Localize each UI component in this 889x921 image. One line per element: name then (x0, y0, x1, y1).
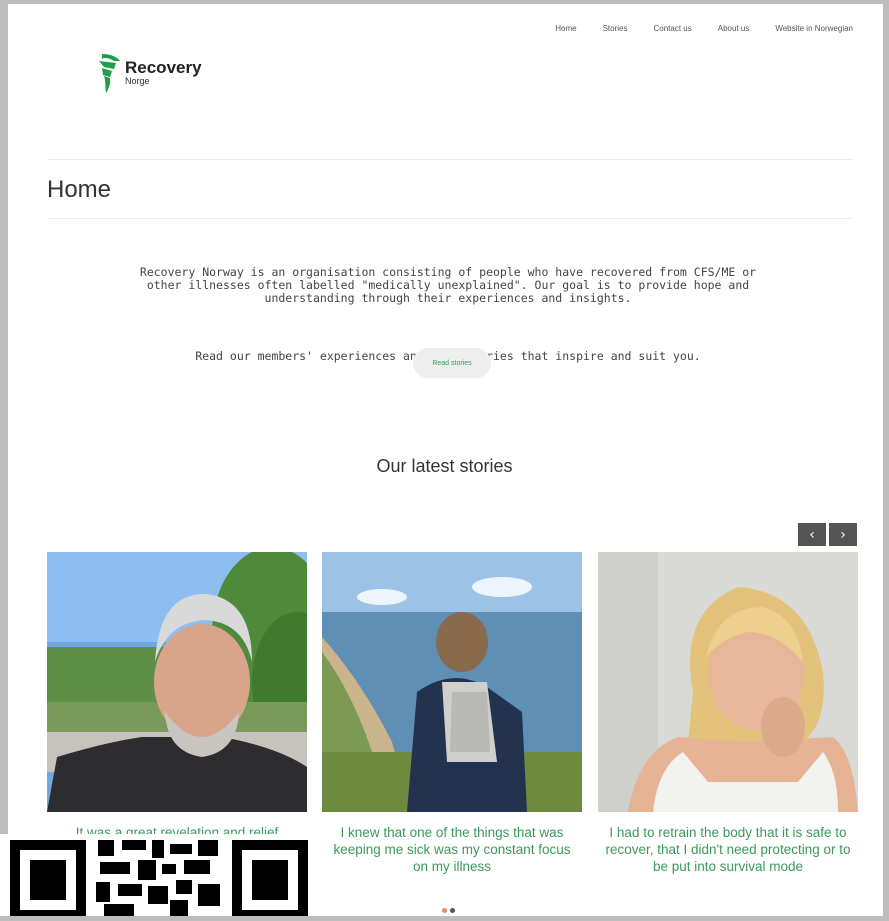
qr-code-overlay (0, 834, 318, 916)
carousel-dot-active[interactable] (442, 908, 447, 913)
page-title: Home (47, 176, 112, 203)
carousel-dots (442, 908, 455, 913)
carousel-dot[interactable] (450, 908, 455, 913)
story-photo[interactable] (322, 552, 582, 812)
story-card[interactable]: It was a great revelation and relief (47, 552, 307, 841)
carousel-nav: ‹ › (798, 523, 857, 546)
nav-about[interactable]: About us (718, 24, 750, 33)
nav-home[interactable]: Home (555, 24, 576, 33)
read-stories-button[interactable]: Read stories (413, 348, 491, 378)
carousel-prev-button[interactable]: ‹ (798, 523, 826, 546)
qr-code-icon (0, 834, 318, 916)
site-logo[interactable]: Recovery Norge (96, 52, 202, 94)
logo-name: Recovery (125, 58, 202, 77)
recovery-logo-icon (99, 54, 120, 93)
intro-text: Recovery Norway is an organisation consi… (139, 265, 757, 305)
nav-contact[interactable]: Contact us (654, 24, 692, 33)
story-caption[interactable]: I knew that one of the things that was k… (322, 824, 582, 875)
nav-norwegian[interactable]: Website in Norwegian (775, 24, 853, 33)
story-photo[interactable] (47, 552, 307, 812)
top-nav: Home Stories Contact us About us Website… (555, 24, 853, 33)
page: Home Stories Contact us About us Website… (8, 4, 883, 916)
divider (48, 218, 853, 219)
divider (48, 159, 853, 160)
carousel-next-button[interactable]: › (829, 523, 857, 546)
story-photo[interactable] (598, 552, 858, 812)
story-card[interactable]: I knew that one of the things that was k… (322, 552, 582, 875)
logo-sub: Norge (125, 76, 150, 86)
nav-stories[interactable]: Stories (603, 24, 628, 33)
latest-stories-title: Our latest stories (376, 456, 513, 476)
story-card[interactable]: I had to retrain the body that it is saf… (598, 552, 858, 875)
story-caption[interactable]: I had to retrain the body that it is saf… (598, 824, 858, 875)
